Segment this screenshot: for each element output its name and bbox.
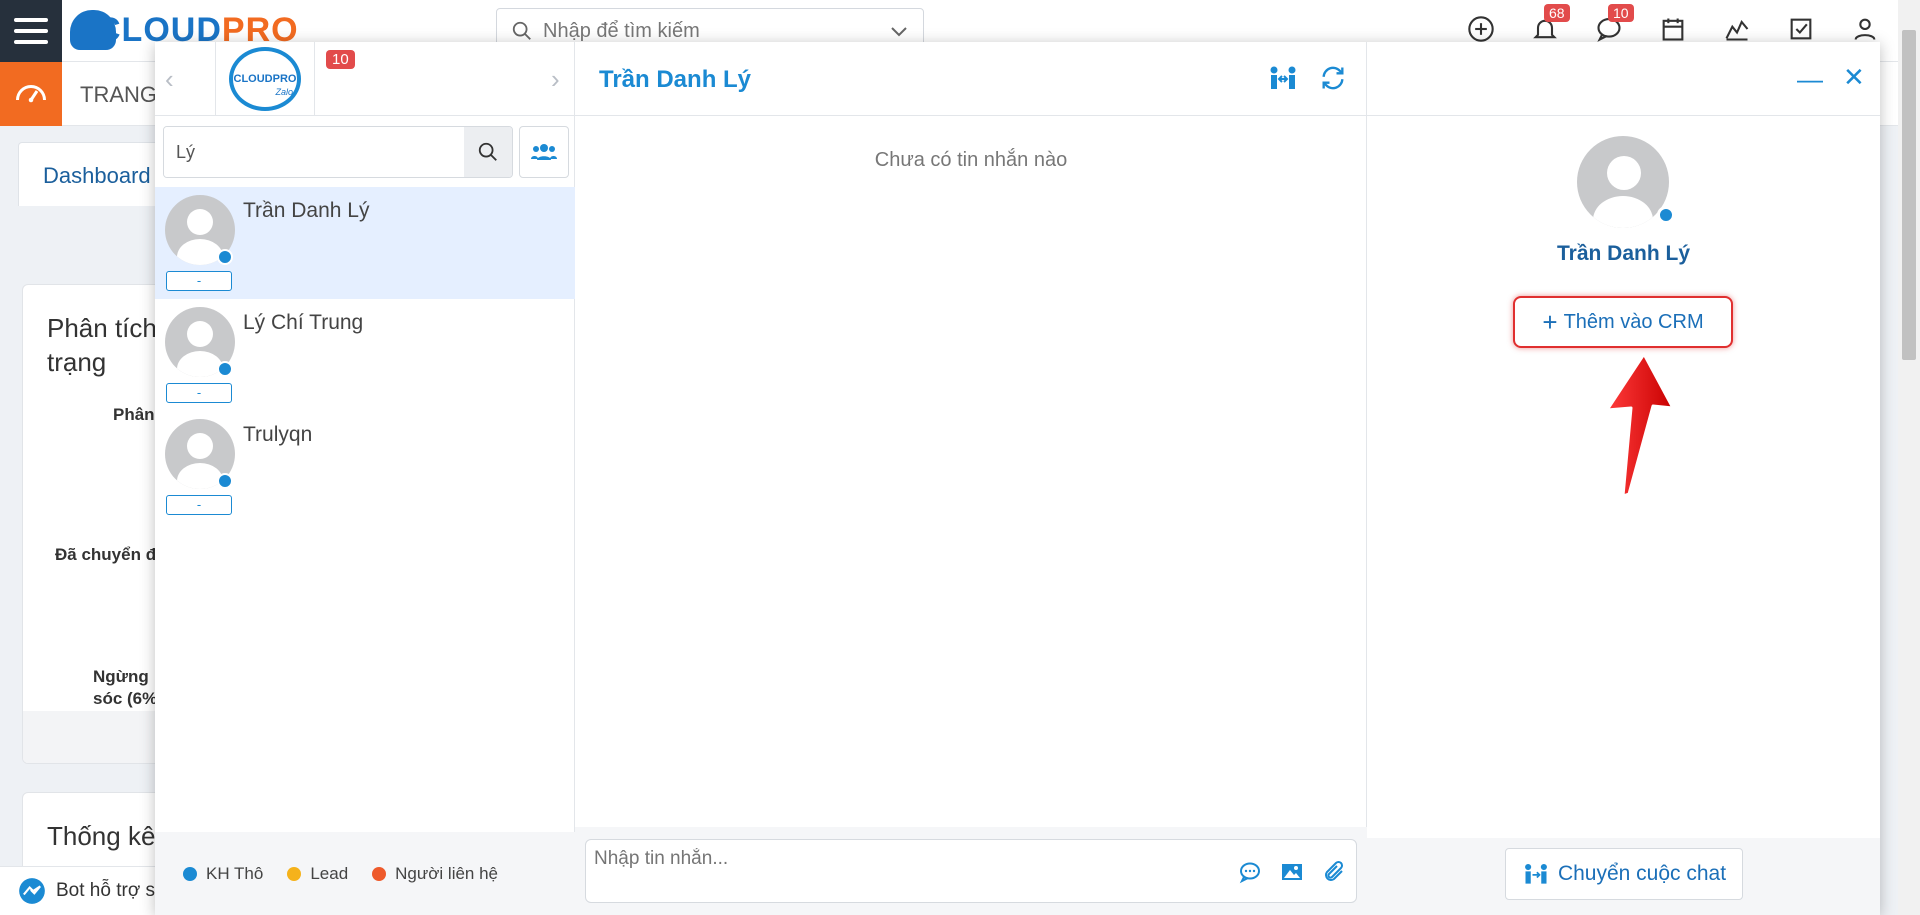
- transfer-chat-button[interactable]: Chuyển cuộc chat: [1505, 848, 1743, 900]
- avatar: [1577, 136, 1669, 228]
- add-icon[interactable]: [1466, 14, 1496, 44]
- contact-name: Trần Danh Lý: [243, 199, 370, 222]
- bot-label: Bot hỗ trợ s: [56, 880, 156, 901]
- contact-item[interactable]: - Lý Chí Trung: [155, 299, 575, 411]
- group-contacts-button[interactable]: [519, 126, 569, 178]
- contact-search-input[interactable]: [164, 127, 464, 177]
- online-status-dot: [217, 473, 233, 489]
- refresh-icon[interactable]: [1319, 64, 1347, 92]
- messenger-icon: [19, 878, 45, 904]
- contact-search-row: [163, 126, 569, 178]
- image-icon[interactable]: [1280, 860, 1304, 884]
- calendar-icon[interactable]: [1658, 14, 1688, 44]
- search-icon: [478, 142, 497, 161]
- message-composer[interactable]: [585, 839, 1357, 903]
- contact-type-legend: KH Thô Lead Người liên hệ: [155, 832, 575, 915]
- global-search-placeholder: Nhập để tìm kiếm: [543, 19, 700, 42]
- legend-item-contact: Người liên hệ: [372, 864, 498, 884]
- add-to-crm-label: Thêm vào CRM: [1563, 310, 1704, 333]
- message-input[interactable]: [594, 846, 1194, 872]
- plus-icon: +: [1542, 307, 1558, 337]
- card-footer: [23, 711, 171, 763]
- chevron-right-icon[interactable]: ›: [551, 64, 560, 95]
- red-arrow-annotation: [1605, 352, 1673, 498]
- bell-icon[interactable]: 68: [1530, 4, 1570, 44]
- legend-dot: [372, 866, 387, 881]
- dashboard-gauge-icon[interactable]: [0, 62, 62, 126]
- contact-search-field[interactable]: [163, 126, 513, 178]
- chart-icon[interactable]: [1722, 14, 1752, 44]
- search-icon: [512, 21, 531, 40]
- users-icon: [531, 144, 557, 160]
- legend-label: KH Thô: [206, 863, 264, 883]
- legend-label: Lead: [310, 863, 349, 883]
- quick-reply-icon[interactable]: [1238, 860, 1262, 884]
- legend-label: Người liên hệ: [395, 863, 499, 883]
- account-logo: CLOUDPRO: [233, 73, 297, 85]
- chevron-down-icon[interactable]: [887, 19, 911, 43]
- user-icon[interactable]: [1850, 14, 1880, 44]
- legend-dot: [183, 866, 197, 881]
- transfer-people-icon: [1525, 863, 1547, 884]
- task-check-icon[interactable]: [1786, 14, 1816, 44]
- top-icons: 68 10: [1466, 4, 1880, 44]
- conversation-pane: Trần Danh Lý Chưa có tin nhắn nào: [575, 42, 1367, 915]
- message-badge: 10: [1608, 4, 1634, 22]
- contact-name: Lý Chí Trung: [243, 311, 364, 334]
- analysis-card: Phân tích trạng Phân Đã chuyển đ Ngừng s…: [22, 284, 172, 764]
- account-row: ‹ CLOUDPRO Zalo 10 ›: [155, 42, 575, 116]
- online-status-dot: [217, 361, 233, 377]
- contact-pane: ‹ CLOUDPRO Zalo 10 › Lý - Trần Danh Lý -…: [155, 42, 575, 915]
- page-scrollbar[interactable]: [1898, 0, 1920, 915]
- minimize-icon[interactable]: —: [1797, 66, 1823, 92]
- page-title: TRANG: [80, 82, 157, 107]
- profile-pane: — ✕ Trần Danh Lý + Thêm vào CRM Chuyển c…: [1367, 42, 1880, 915]
- legend-dot: [287, 866, 302, 881]
- close-icon[interactable]: ✕: [1843, 64, 1865, 90]
- composer-area: [575, 827, 1367, 915]
- transfer-people-icon[interactable]: [1267, 64, 1299, 92]
- composer-actions: [1238, 860, 1346, 884]
- chart-label: Ngừng: [93, 667, 149, 686]
- contact-tag[interactable]: -: [166, 271, 232, 291]
- account-avatar: CLOUDPRO Zalo: [229, 47, 301, 111]
- chat-modal: ‹ CLOUDPRO Zalo 10 › Lý - Trần Danh Lý -…: [155, 42, 1880, 915]
- account-unread-badge: 10: [326, 50, 355, 69]
- paperclip-icon[interactable]: [1322, 860, 1346, 884]
- contact-item[interactable]: - Trulyqn: [155, 411, 575, 523]
- zalo-account-tab[interactable]: CLOUDPRO Zalo 10: [215, 42, 355, 116]
- notification-badge: 68: [1544, 4, 1570, 22]
- online-status-dot: [217, 249, 233, 265]
- profile-name: Trần Danh Lý: [1556, 242, 1691, 265]
- chart-label: sóc (6%): [93, 689, 163, 708]
- contact-search-button[interactable]: [464, 127, 512, 177]
- chevron-left-icon[interactable]: ‹: [165, 64, 174, 95]
- card-title: Phân tích trạng: [47, 313, 157, 377]
- contact-name: Trulyqn: [243, 423, 313, 446]
- profile-footer: Chuyển cuộc chat: [1367, 838, 1880, 915]
- bot-support-bar[interactable]: Bot hỗ trợ s: [0, 866, 160, 915]
- conversation-actions: [1267, 64, 1347, 92]
- tab-dashboard[interactable]: Dashboard: [18, 142, 168, 206]
- conversation-header: Trần Danh Lý: [575, 42, 1367, 116]
- add-to-crm-button[interactable]: + Thêm vào CRM: [1513, 296, 1733, 348]
- profile-header: — ✕: [1367, 42, 1880, 116]
- contact-item[interactable]: - Trần Danh Lý: [155, 187, 575, 299]
- legend-item-lead: Lead: [287, 864, 348, 884]
- chart-label: Đã chuyển đ: [55, 545, 157, 564]
- chart-label: Phân: [113, 405, 155, 424]
- contact-tag[interactable]: -: [166, 383, 232, 403]
- menu-icon[interactable]: [0, 0, 62, 62]
- scrollbar-thumb[interactable]: [1902, 30, 1916, 360]
- transfer-chat-label: Chuyển cuộc chat: [1557, 862, 1727, 885]
- legend-item-kh-tho: KH Thô: [183, 864, 263, 884]
- conversation-title: Trần Danh Lý: [599, 66, 752, 93]
- card-title: Thống kê: [47, 821, 156, 851]
- empty-conversation-message: Chưa có tin nhắn nào: [874, 149, 1068, 171]
- contact-tag[interactable]: -: [166, 495, 232, 515]
- chat-bubble-icon[interactable]: 10: [1594, 4, 1634, 44]
- zalo-label: Zalo: [275, 87, 293, 97]
- online-status-dot: [1657, 206, 1675, 224]
